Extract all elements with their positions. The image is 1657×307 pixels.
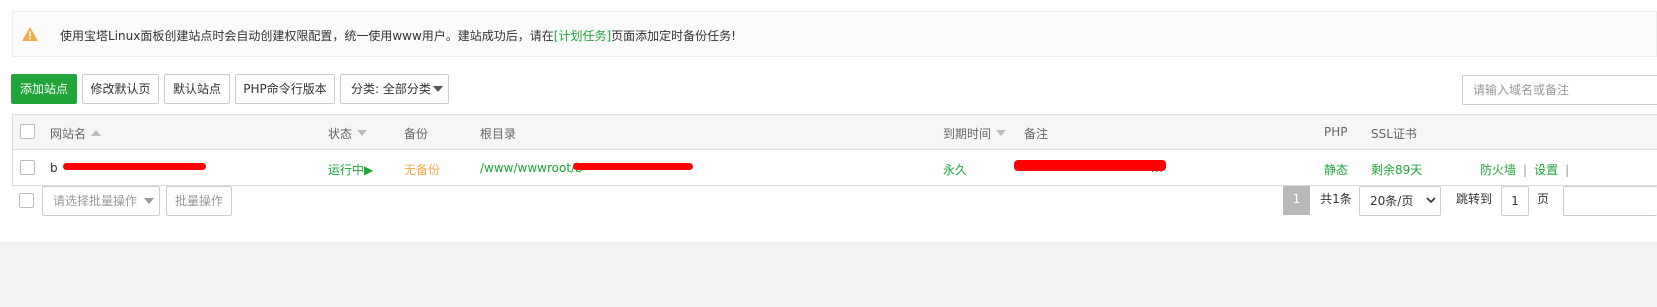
php-version-link[interactable]: 静态 bbox=[1324, 161, 1348, 178]
redaction-mark bbox=[63, 163, 206, 170]
sort-desc-icon bbox=[996, 130, 1007, 136]
status-running-label: 运行中 bbox=[328, 163, 365, 177]
header-remark: 备注 bbox=[1024, 127, 1049, 141]
pagination-total: 共1条 bbox=[1320, 192, 1352, 206]
batch-operation-select[interactable]: 请选择批量操作 bbox=[42, 186, 160, 216]
root-dir-link[interactable]: /www/wwwroot/b bbox=[480, 161, 583, 175]
action-separator: | bbox=[1523, 163, 1528, 177]
header-expire-label: 到期时间 bbox=[943, 127, 992, 141]
row-checkbox[interactable] bbox=[20, 160, 35, 175]
header-expire[interactable]: 到期时间 bbox=[943, 125, 1007, 142]
header-status-label: 状态 bbox=[328, 127, 353, 141]
header-ssl: SSL证书 bbox=[1371, 127, 1417, 141]
footer-select-all-checkbox[interactable] bbox=[19, 193, 34, 208]
page-size-value: 20条/页 bbox=[1370, 194, 1414, 208]
search-input[interactable] bbox=[1462, 75, 1657, 105]
table-row: b 运行中▶ 无备份 /www/wwwroot/b 永久 m 静态 剩余89天 … bbox=[13, 150, 1657, 186]
expire-value[interactable]: 永久 bbox=[943, 161, 967, 178]
jump-to-page-input[interactable]: 1 bbox=[1501, 186, 1529, 216]
warning-icon bbox=[22, 27, 38, 41]
batch-operation-button[interactable]: 批量操作 bbox=[166, 186, 232, 216]
chevron-down-icon bbox=[144, 198, 154, 204]
default-site-button[interactable]: 默认站点 bbox=[164, 74, 230, 104]
ssl-status-link[interactable]: 剩余89天 bbox=[1371, 161, 1422, 178]
redaction-mark bbox=[573, 163, 693, 170]
header-status[interactable]: 状态 bbox=[328, 125, 368, 142]
header-backup: 备份 bbox=[404, 127, 429, 141]
batch-operation-placeholder: 请选择批量操作 bbox=[53, 194, 138, 208]
site-table: 网站名 状态 备份 根目录 到期时间 备注 PHP SSL证书 b 运行中▶ 无… bbox=[12, 114, 1657, 186]
action-separator: | bbox=[1565, 163, 1570, 177]
chevron-down-icon bbox=[1426, 197, 1436, 204]
notice-text-before: 使用宝塔Linux面板创建站点时会自动创建权限配置，统一使用www用户。建站成功… bbox=[60, 29, 554, 43]
header-site-name[interactable]: 网站名 bbox=[50, 125, 102, 142]
header-root-dir: 根目录 bbox=[480, 127, 517, 141]
page-unit-label: 页 bbox=[1536, 192, 1549, 206]
pagination-current-page[interactable]: 1 bbox=[1283, 186, 1310, 215]
site-management-panel: 使用宝塔Linux面板创建站点时会自动创建权限配置，统一使用www用户。建站成功… bbox=[0, 0, 1657, 242]
jump-to-label: 跳转到 bbox=[1455, 192, 1492, 206]
page-size-select[interactable]: 20条/页 bbox=[1359, 186, 1441, 216]
backup-link[interactable]: 无备份 bbox=[404, 161, 440, 178]
firewall-link[interactable]: 防火墙 bbox=[1480, 163, 1516, 177]
scheduled-tasks-link[interactable]: [计划任务] bbox=[554, 29, 611, 43]
table-header: 网站名 状态 备份 根目录 到期时间 备注 PHP SSL证书 bbox=[13, 115, 1657, 150]
php-cli-version-button[interactable]: PHP命令行版本 bbox=[235, 74, 335, 104]
chevron-down-icon bbox=[433, 86, 443, 92]
jump-confirm-button[interactable] bbox=[1563, 186, 1657, 216]
header-php: PHP bbox=[1324, 125, 1348, 139]
status-running-toggle[interactable]: 运行中▶ bbox=[328, 161, 373, 178]
select-all-checkbox[interactable] bbox=[20, 124, 35, 139]
category-select-value: 分类: 全部分类 bbox=[351, 82, 431, 96]
add-site-button[interactable]: 添加站点 bbox=[11, 74, 77, 104]
edit-default-page-button[interactable]: 修改默认页 bbox=[82, 74, 159, 104]
category-select[interactable]: 分类: 全部分类 bbox=[340, 74, 449, 104]
backup-notice: 使用宝塔Linux面板创建站点时会自动创建权限配置，统一使用www用户。建站成功… bbox=[12, 11, 1657, 57]
site-name-link[interactable]: b bbox=[50, 161, 58, 175]
sort-asc-icon bbox=[91, 130, 102, 136]
play-icon: ▶ bbox=[364, 163, 374, 177]
row-actions: 防火墙 | 设置 | bbox=[1480, 161, 1576, 178]
notice-text: 使用宝塔Linux面板创建站点时会自动创建权限配置，统一使用www用户。建站成功… bbox=[60, 27, 736, 44]
notice-text-after: 页面添加定时备份任务! bbox=[611, 29, 736, 43]
header-site-name-label: 网站名 bbox=[50, 127, 87, 141]
redaction-mark bbox=[1014, 160, 1166, 171]
sort-desc-icon bbox=[357, 130, 368, 136]
settings-link[interactable]: 设置 bbox=[1534, 163, 1558, 177]
